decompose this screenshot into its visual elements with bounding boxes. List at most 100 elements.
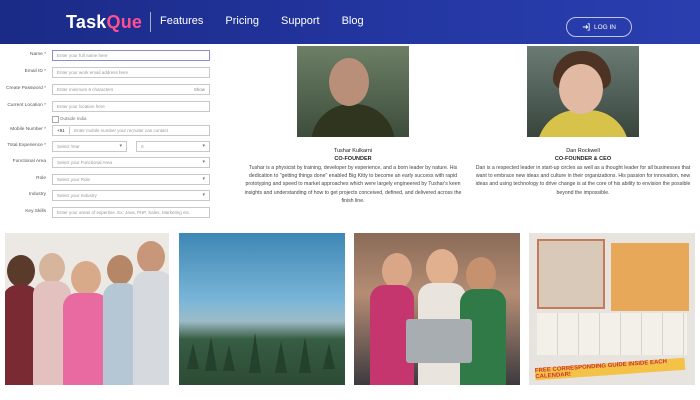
logo-text-main: Task bbox=[66, 11, 107, 32]
photo-person bbox=[137, 241, 165, 273]
photo-tree bbox=[249, 333, 261, 373]
row-password: Create Password * Enter minimum 6 charac… bbox=[0, 84, 220, 96]
row-key-skills: Key Skills Enter your areas of expertise… bbox=[0, 207, 220, 219]
profile-role: CO-FOUNDER & CEO bbox=[554, 156, 612, 162]
row-email: Email ID * Enter your work email address… bbox=[0, 67, 220, 79]
location-placeholder: Enter your location here bbox=[57, 104, 105, 109]
gallery-image-calendar: FREE CORRESPONDING GUIDE INSIDE EACH CAL… bbox=[529, 233, 695, 385]
photo-person bbox=[382, 253, 412, 289]
gallery-image-friends-laptop bbox=[354, 233, 520, 385]
row-experience: Total Experience * Select Year ▾ 0 ▾ bbox=[0, 141, 220, 153]
photo-head bbox=[329, 58, 369, 106]
month-select-value: 0 bbox=[141, 144, 144, 149]
chevron-down-icon: ▾ bbox=[202, 192, 205, 198]
logo-text-accent: Que bbox=[106, 11, 143, 32]
chevron-down-icon: ▾ bbox=[202, 143, 205, 149]
profile-name: Dan Rockwell bbox=[566, 148, 600, 154]
location-input[interactable]: Enter your location here bbox=[52, 101, 210, 112]
photo-head bbox=[559, 64, 603, 114]
profile-photo-dan bbox=[527, 46, 639, 137]
email-placeholder: Enter your work email address here bbox=[57, 70, 129, 75]
top-navigation-bar: Task Que Features Pricing Support Blog L… bbox=[0, 0, 700, 44]
photo-tree bbox=[299, 337, 311, 373]
login-icon bbox=[582, 23, 590, 31]
mobile-label: Mobile Number * bbox=[10, 127, 46, 132]
email-label: Email ID * bbox=[24, 69, 46, 74]
year-select-value: Select Year bbox=[57, 144, 80, 149]
chevron-down-icon: ▾ bbox=[202, 159, 205, 165]
password-placeholder: Enter minimum 6 characters bbox=[57, 87, 114, 92]
row-name: Name * Enter your full name here bbox=[0, 50, 220, 62]
row-industry: Industry Select your Industry ▾ bbox=[0, 190, 220, 202]
nav-divider bbox=[150, 12, 151, 32]
experience-year-select[interactable]: Select Year ▾ bbox=[52, 141, 127, 152]
nav-blog[interactable]: Blog bbox=[342, 15, 364, 27]
email-input[interactable]: Enter your work email address here bbox=[52, 67, 210, 78]
name-label: Name * bbox=[30, 52, 46, 57]
photo-person bbox=[7, 255, 35, 287]
experience-month-select[interactable]: 0 ▾ bbox=[136, 141, 210, 152]
nav-pricing[interactable]: Pricing bbox=[225, 15, 259, 27]
row-role: Role Select your Role ▾ bbox=[0, 174, 220, 186]
prefix-divider bbox=[68, 127, 70, 135]
profile-name: Tushar Kulkarni bbox=[333, 148, 373, 154]
location-label: Current Location * bbox=[7, 103, 46, 108]
nav-support[interactable]: Support bbox=[281, 15, 320, 27]
outside-india-checkbox[interactable] bbox=[52, 116, 59, 123]
industry-label: Industry bbox=[28, 192, 46, 197]
calendar-promo-banner: FREE CORRESPONDING GUIDE INSIDE EACH CAL… bbox=[534, 357, 686, 381]
row-mobile: Mobile Number * +91 Enter mobile number … bbox=[0, 125, 220, 137]
photo-tree bbox=[187, 343, 199, 369]
functional-area-label: Functional Area bbox=[12, 159, 46, 164]
photo-tree bbox=[205, 337, 217, 371]
password-input[interactable]: Enter minimum 6 characters Show bbox=[52, 84, 210, 95]
photo-person bbox=[39, 253, 65, 283]
name-placeholder: Enter your full name here bbox=[57, 53, 108, 58]
photo-laptop bbox=[406, 319, 472, 363]
photo-tree bbox=[323, 343, 335, 369]
profile-photo-tushar bbox=[297, 46, 409, 137]
photo-tree bbox=[223, 345, 235, 371]
functional-area-select[interactable]: Select your Functional Area ▾ bbox=[52, 157, 210, 168]
gallery-image-landscape bbox=[179, 233, 345, 385]
photo-person bbox=[107, 255, 133, 285]
row-functional-area: Functional Area Select your Functional A… bbox=[0, 157, 220, 169]
photo-shoulders bbox=[537, 110, 629, 137]
gallery-image-students bbox=[5, 233, 169, 385]
photo-person bbox=[426, 249, 458, 287]
role-label: Role bbox=[36, 176, 46, 181]
mobile-placeholder: Enter mobile number your recruiter can c… bbox=[74, 128, 168, 133]
nav-features[interactable]: Features bbox=[160, 15, 203, 27]
calendar-cat-photo bbox=[611, 243, 689, 311]
functional-area-placeholder: Select your Functional Area bbox=[57, 160, 113, 165]
industry-placeholder: Select your Industry bbox=[57, 193, 97, 198]
experience-label: Total Experience * bbox=[7, 143, 46, 148]
name-input[interactable]: Enter your full name here bbox=[52, 50, 210, 61]
taskque-logo[interactable]: Task Que bbox=[66, 10, 142, 34]
photo-tree bbox=[275, 341, 287, 373]
row-location: Current Location * Enter your location h… bbox=[0, 101, 220, 113]
key-skills-label: Key Skills bbox=[25, 209, 46, 214]
outside-india-label: Outside India bbox=[60, 116, 87, 121]
mobile-input[interactable]: +91 Enter mobile number your recruiter c… bbox=[52, 125, 210, 136]
country-code: +91 bbox=[57, 128, 65, 133]
main-nav: Features Pricing Support Blog bbox=[160, 15, 364, 27]
photo-person bbox=[466, 257, 496, 293]
chevron-down-icon: ▾ bbox=[119, 143, 122, 149]
key-skills-input[interactable]: Enter your areas of expertise. Ex: Java,… bbox=[52, 207, 210, 218]
role-select[interactable]: Select your Role ▾ bbox=[52, 174, 210, 185]
profile-role: CO-FOUNDER bbox=[334, 156, 372, 162]
calendar-grid bbox=[537, 313, 687, 355]
login-label: LOG IN bbox=[593, 23, 617, 31]
profile-bio: Tushar is a physicist by training, devel… bbox=[244, 165, 462, 204]
profile-bio: Dan is a respected leader in start-up ci… bbox=[475, 165, 691, 196]
chevron-down-icon: ▾ bbox=[202, 176, 205, 182]
industry-select[interactable]: Select your Industry ▾ bbox=[52, 190, 210, 201]
login-button[interactable]: LOG IN bbox=[566, 17, 632, 37]
show-password-toggle[interactable]: Show bbox=[194, 85, 205, 94]
photo-person-shirt bbox=[133, 271, 169, 385]
photo-shoulders bbox=[311, 104, 395, 137]
photo-person bbox=[71, 261, 101, 295]
password-label: Create Password * bbox=[6, 86, 46, 91]
calendar-dog-photo bbox=[537, 239, 605, 309]
